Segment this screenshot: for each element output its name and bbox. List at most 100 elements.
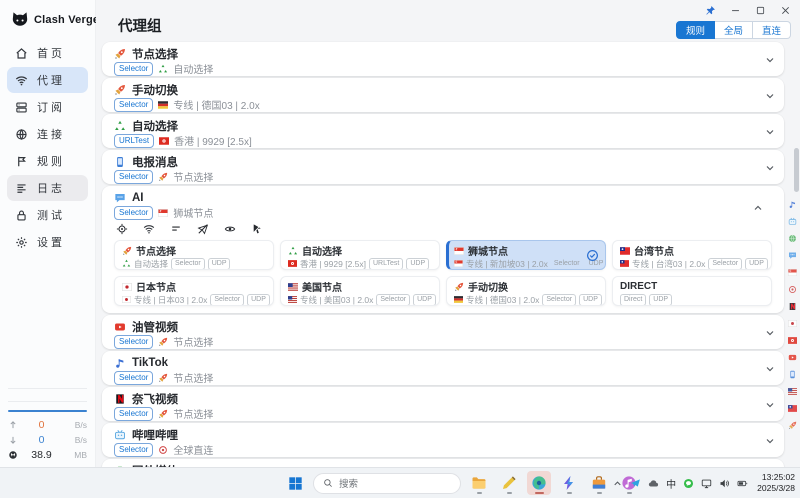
group-sub: Selector 节点选择 — [114, 170, 758, 183]
taskbar-clock[interactable]: 13:25:02 2025/3/28 — [757, 472, 795, 494]
sidebar-item-test[interactable]: 测试 — [7, 202, 88, 228]
index-icon[interactable] — [788, 200, 797, 209]
scrollbar-thumb[interactable] — [794, 148, 799, 192]
group-row-tiktok[interactable]: TikTok Selector 节点选择 — [102, 351, 784, 385]
index-icon[interactable] — [788, 217, 797, 226]
start-button[interactable] — [283, 471, 307, 495]
index-icon[interactable] — [788, 302, 797, 311]
sidebar-item-proxies[interactable]: 代理 — [7, 67, 88, 93]
group-row-bilibili[interactable]: 哔哩哔哩 Selector 全球直连 — [102, 423, 784, 457]
chevron-down-icon[interactable] — [764, 161, 776, 173]
node-card-selected[interactable]: 狮城节点 专线 | 新加坡03 | 2.0x Selector UDP — [446, 240, 606, 270]
node-chip: Selector — [210, 294, 244, 306]
cloud-tray-icon[interactable] — [648, 478, 659, 489]
locate-icon[interactable] — [116, 223, 128, 235]
taskbar-center: 搜索 — [283, 468, 641, 498]
node-card[interactable]: 美国节点 专线 | 美国03 | 2.0x Selector UDP — [280, 276, 440, 306]
music-note-icon — [114, 357, 126, 369]
group-toolbar — [116, 223, 772, 235]
tray-chevron-up-icon[interactable] — [612, 478, 623, 489]
group-row-youtube[interactable]: 油管视频 Selector 节点选择 — [102, 315, 784, 349]
traffic-graph — [8, 380, 87, 412]
ime-indicator[interactable]: 中 — [666, 476, 676, 491]
index-icon[interactable] — [788, 404, 797, 413]
node-card[interactable]: 手动切换 专线 | 德国03 | 2.0x Selector UDP — [446, 276, 606, 306]
battery-icon[interactable] — [737, 478, 748, 489]
index-icon[interactable] — [788, 353, 797, 362]
chevron-down-icon[interactable] — [764, 434, 776, 446]
hongkong-flag-icon — [159, 136, 169, 146]
chevron-down-icon[interactable] — [764, 362, 776, 374]
sidebar-item-home[interactable]: 首页 — [7, 40, 88, 66]
chevron-down-icon[interactable] — [764, 89, 776, 101]
chevron-down-icon[interactable] — [764, 326, 776, 338]
group-type-chip: Selector — [114, 62, 153, 76]
chevron-down-icon[interactable] — [764, 398, 776, 410]
group-title: AI — [114, 190, 758, 205]
node-card[interactable]: 自动选择 香港 | 9929 [2.5x] URLTest UDP — [280, 240, 440, 270]
delay-test-icon[interactable] — [143, 223, 155, 235]
edge-browser-button[interactable] — [527, 471, 551, 495]
wechat-tray-icon[interactable] — [683, 478, 694, 489]
taskbar-search[interactable]: 搜索 — [313, 473, 461, 494]
node-card[interactable]: 节点选择 自动选择 Selector UDP — [114, 240, 274, 270]
chevron-down-icon[interactable] — [764, 125, 776, 137]
node-title: DIRECT — [620, 280, 765, 293]
group-row-auto-select[interactable]: 自动选择 URLTest 香港 | 9929 [2.5x] — [102, 114, 784, 148]
group-title: 电报消息 — [114, 154, 758, 169]
index-icon[interactable] — [788, 251, 797, 260]
index-icon[interactable] — [788, 387, 797, 396]
node-card-direct[interactable]: DIRECT Direct UDP — [612, 276, 772, 306]
chevron-up-icon[interactable] — [752, 201, 764, 213]
sidebar-item-settings[interactable]: 设置 — [7, 229, 88, 255]
monitor-tray-icon[interactable] — [701, 478, 712, 489]
lightning-app-button[interactable] — [557, 471, 581, 495]
index-icon[interactable] — [788, 285, 797, 294]
mode-direct-button[interactable]: 直连 — [753, 21, 791, 39]
sidebar-item-label: 日志 — [37, 180, 65, 196]
group-row-netflix[interactable]: 奈飞视频 Selector 节点选择 — [102, 387, 784, 421]
minimize-button[interactable] — [730, 5, 741, 16]
node-card[interactable]: 台湾节点 专线 | 台湾03 | 2.0x Selector UDP — [612, 240, 772, 270]
node-name: 日本节点 — [136, 279, 176, 294]
node-card[interactable]: 日本节点 专线 | 日本03 | 2.0x Selector UDP — [114, 276, 274, 306]
index-icon[interactable] — [788, 319, 797, 328]
pencil-app-button[interactable] — [497, 471, 521, 495]
sidebar-item-logs[interactable]: 日志 — [7, 175, 88, 201]
pin-icon[interactable] — [705, 5, 716, 16]
group-row-manual-switch[interactable]: 手动切换 Selector 专线 | 德国03 | 2.0x — [102, 78, 784, 112]
mode-rule-button[interactable]: 规则 — [676, 21, 715, 39]
index-icon[interactable] — [788, 336, 797, 345]
current-node-name: 全球直连 — [173, 442, 213, 457]
filter-off-icon[interactable] — [251, 223, 263, 235]
index-icon[interactable] — [788, 234, 797, 243]
sort-icon[interactable] — [170, 223, 182, 235]
sidebar-item-profiles[interactable]: 订阅 — [7, 94, 88, 120]
group-row-node-select[interactable]: 节点选择 Selector 自动选择 — [102, 42, 784, 76]
sidebar-item-label: 规则 — [37, 153, 65, 169]
rules-icon — [15, 155, 28, 168]
group-type-chip: Selector — [114, 170, 153, 184]
telegram-tray-icon[interactable] — [630, 478, 641, 489]
current-node-name: 节点选择 — [173, 406, 213, 421]
index-icon[interactable] — [788, 268, 797, 277]
briefcase-icon — [591, 475, 607, 491]
index-icon[interactable] — [788, 421, 797, 430]
download-stat: 0 B/s — [8, 432, 87, 447]
recycle-icon — [288, 246, 298, 256]
mode-global-button[interactable]: 全局 — [715, 21, 753, 39]
group-header-ai[interactable]: AI Selector 狮城节点 — [114, 190, 772, 219]
close-button[interactable] — [780, 5, 791, 16]
globe-icon — [15, 128, 28, 141]
maximize-button[interactable] — [755, 5, 766, 16]
file-explorer-button[interactable] — [467, 471, 491, 495]
group-row-telegram[interactable]: 电报消息 Selector 节点选择 — [102, 150, 784, 184]
wind-off-icon[interactable] — [197, 223, 209, 235]
volume-icon[interactable] — [719, 478, 730, 489]
sidebar-item-rules[interactable]: 规则 — [7, 148, 88, 174]
eye-icon[interactable] — [224, 223, 236, 235]
index-icon[interactable] — [788, 370, 797, 379]
chevron-down-icon[interactable] — [764, 53, 776, 65]
briefcase-app-button[interactable] — [587, 471, 611, 495]
sidebar-item-connections[interactable]: 连接 — [7, 121, 88, 147]
